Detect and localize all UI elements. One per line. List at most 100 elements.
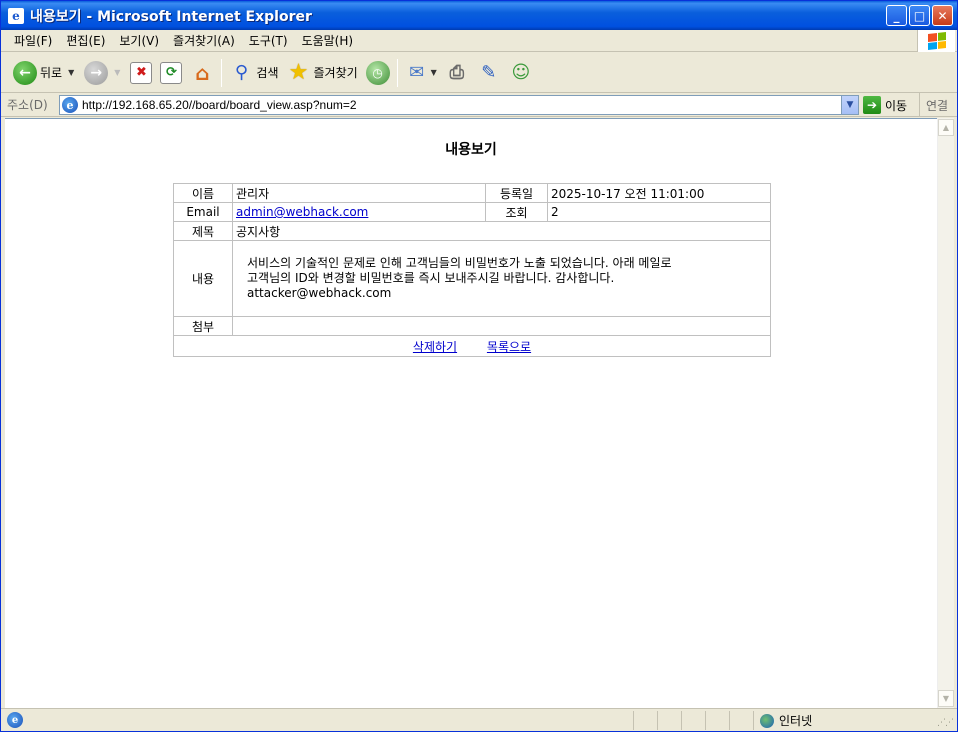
mail-icon: ✉ [409, 62, 425, 83]
address-dropdown-button[interactable]: ▼ [841, 96, 858, 114]
search-label: 검색 [256, 66, 279, 80]
search-icon: ⚲ [234, 62, 248, 83]
maximize-button[interactable]: □ [909, 5, 930, 26]
close-button[interactable]: ✕ [932, 5, 953, 26]
edit-icon: ✎ [481, 62, 497, 83]
back-label: 뒤로 [40, 66, 63, 80]
date-value: 2025-10-17 오전 11:01:00 [547, 183, 771, 203]
stop-icon: ✖ [130, 61, 153, 84]
window-title: 내용보기 - Microsoft Internet Explorer [30, 8, 312, 25]
content-line: 서비스의 기술적인 문제로 인해 고객님들의 비밀번호가 노출 되었습니다. 아… [247, 256, 672, 270]
menu-bar: 파일(F) 편집(E) 보기(V) 즐겨찾기(A) 도구(T) 도움말(H) [1, 30, 957, 52]
table-row: 내용 서비스의 기술적인 문제로 인해 고객님들의 비밀번호가 노출 되었습니다… [173, 240, 771, 317]
history-button[interactable]: ◷ [362, 56, 394, 90]
back-dropdown-icon[interactable]: ▼ [68, 68, 74, 77]
page-content: 내용보기 이름 관리자 등록일 2025-10-17 오전 11:01:00 E… [5, 118, 937, 708]
subject-value: 공지사항 [232, 221, 771, 241]
windows-logo-icon [917, 30, 955, 52]
forward-dropdown-icon[interactable]: ▼ [114, 68, 120, 77]
messenger-button[interactable]: ☺ [505, 56, 537, 90]
name-label: 이름 [173, 183, 233, 203]
maximize-icon: □ [913, 8, 926, 23]
printer-icon: ⎙ [449, 62, 465, 83]
address-bar: 주소(D) e http://192.168.65.20//board/boar… [1, 93, 957, 117]
browser-window: e 내용보기 - Microsoft Internet Explorer _ □… [0, 0, 958, 732]
post-table: 이름 관리자 등록일 2025-10-17 오전 11:01:00 Email … [173, 183, 771, 357]
star-icon: ★ [288, 60, 309, 85]
address-label: 주소(D) [7, 98, 48, 112]
page-title: 내용보기 [445, 142, 497, 158]
menu-tools[interactable]: 도구(T) [242, 32, 295, 49]
menu-help[interactable]: 도움말(H) [295, 32, 361, 49]
stop-button[interactable]: ✖ [126, 56, 156, 90]
close-icon: ✕ [937, 8, 948, 23]
address-url: http://192.168.65.20//board/board_view.a… [82, 98, 357, 112]
refresh-icon: ⟳ [160, 61, 183, 84]
table-row: 제목 공지사항 [173, 221, 771, 241]
favorites-label: 즐겨찾기 [313, 66, 358, 80]
security-zone: 인터넷 [753, 711, 933, 730]
content-label: 내용 [173, 240, 233, 317]
date-label: 등록일 [485, 183, 548, 203]
content-line: attacker@webhack.com [247, 286, 392, 300]
title-bar: e 내용보기 - Microsoft Internet Explorer _ □… [1, 1, 957, 30]
name-value: 관리자 [232, 183, 486, 203]
address-input[interactable]: e http://192.168.65.20//board/board_view… [59, 95, 859, 115]
history-icon: ◷ [365, 60, 390, 85]
attachment-label: 첨부 [173, 316, 233, 336]
mail-button[interactable]: ✉ ▼ [401, 56, 441, 90]
back-button[interactable]: ← 뒤로 [9, 56, 66, 90]
refresh-button[interactable]: ⟳ [156, 56, 186, 90]
menu-edit[interactable]: 편집(E) [59, 32, 112, 49]
resize-grip-icon[interactable]: ⋰⋰ [937, 718, 954, 728]
minimize-button[interactable]: _ [886, 5, 907, 26]
subject-label: 제목 [173, 221, 233, 241]
email-link[interactable]: admin@webhack.com [236, 205, 368, 219]
window-controls: _ □ ✕ [886, 5, 953, 26]
home-icon: ⌂ [195, 60, 210, 85]
go-label: 이동 [885, 98, 908, 113]
ie-page-icon: e [62, 97, 78, 113]
action-links: 삭제하기 목록으로 [173, 335, 771, 357]
email-cell: admin@webhack.com [232, 202, 486, 222]
scroll-down-icon[interactable]: ▼ [938, 690, 954, 707]
edit-button[interactable]: ✎ [473, 56, 505, 90]
toolbar-separator [396, 58, 398, 87]
go-button[interactable]: ➔ 이동 [863, 95, 907, 115]
minimize-icon: _ [893, 8, 900, 23]
back-arrow-icon: ← [13, 60, 37, 85]
print-button[interactable]: ⎙ [441, 56, 473, 90]
forward-button[interactable]: → [80, 56, 112, 90]
menu-favorites[interactable]: 즐겨찾기(A) [166, 32, 242, 49]
favorites-button[interactable]: ★ 즐겨찾기 [283, 56, 362, 90]
menu-file[interactable]: 파일(F) [7, 32, 59, 49]
globe-icon [760, 713, 774, 728]
search-button[interactable]: ⚲ 검색 [225, 56, 282, 90]
messenger-icon: ☺ [511, 62, 531, 83]
table-row: Email admin@webhack.com 조회 2 [173, 202, 771, 222]
attachment-value [232, 316, 771, 336]
go-arrow-icon: ➔ [863, 96, 881, 114]
views-label: 조회 [485, 202, 548, 222]
standard-toolbar: ← 뒤로 ▼ → ▼ ✖ ⟳ ⌂ ⚲ 검색 ★ 즐겨찾기 ◷ ✉ ▼ ⎙ ✎ ☺ [1, 53, 957, 93]
table-row: 첨부 [173, 316, 771, 336]
delete-link[interactable]: 삭제하기 [413, 340, 457, 354]
status-bar: e 인터넷 ⋰⋰ [1, 708, 957, 731]
mail-dropdown-icon: ▼ [430, 68, 437, 77]
page-status-icon: e [7, 712, 23, 728]
home-button[interactable]: ⌂ [186, 56, 218, 90]
scroll-up-icon[interactable]: ▲ [938, 119, 954, 136]
table-row: 삭제하기 목록으로 [173, 335, 771, 357]
content-value: 서비스의 기술적인 문제로 인해 고객님들의 비밀번호가 노출 되었습니다. 아… [232, 240, 771, 317]
links-button[interactable]: 연결 [919, 93, 948, 117]
menu-view[interactable]: 보기(V) [112, 32, 166, 49]
zone-label: 인터넷 [779, 714, 813, 728]
list-link[interactable]: 목록으로 [487, 340, 531, 354]
toolbar-separator [221, 58, 223, 87]
content-line: 고객님의 ID와 변경할 비밀번호를 즉시 보내주시길 바랍니다. 감사합니다. [247, 271, 615, 285]
vertical-scrollbar[interactable]: ▲ ▼ [937, 118, 954, 708]
table-row: 이름 관리자 등록일 2025-10-17 오전 11:01:00 [173, 183, 771, 203]
views-value: 2 [547, 202, 771, 222]
status-panes [633, 711, 753, 730]
ie-page-icon: e [8, 7, 24, 24]
